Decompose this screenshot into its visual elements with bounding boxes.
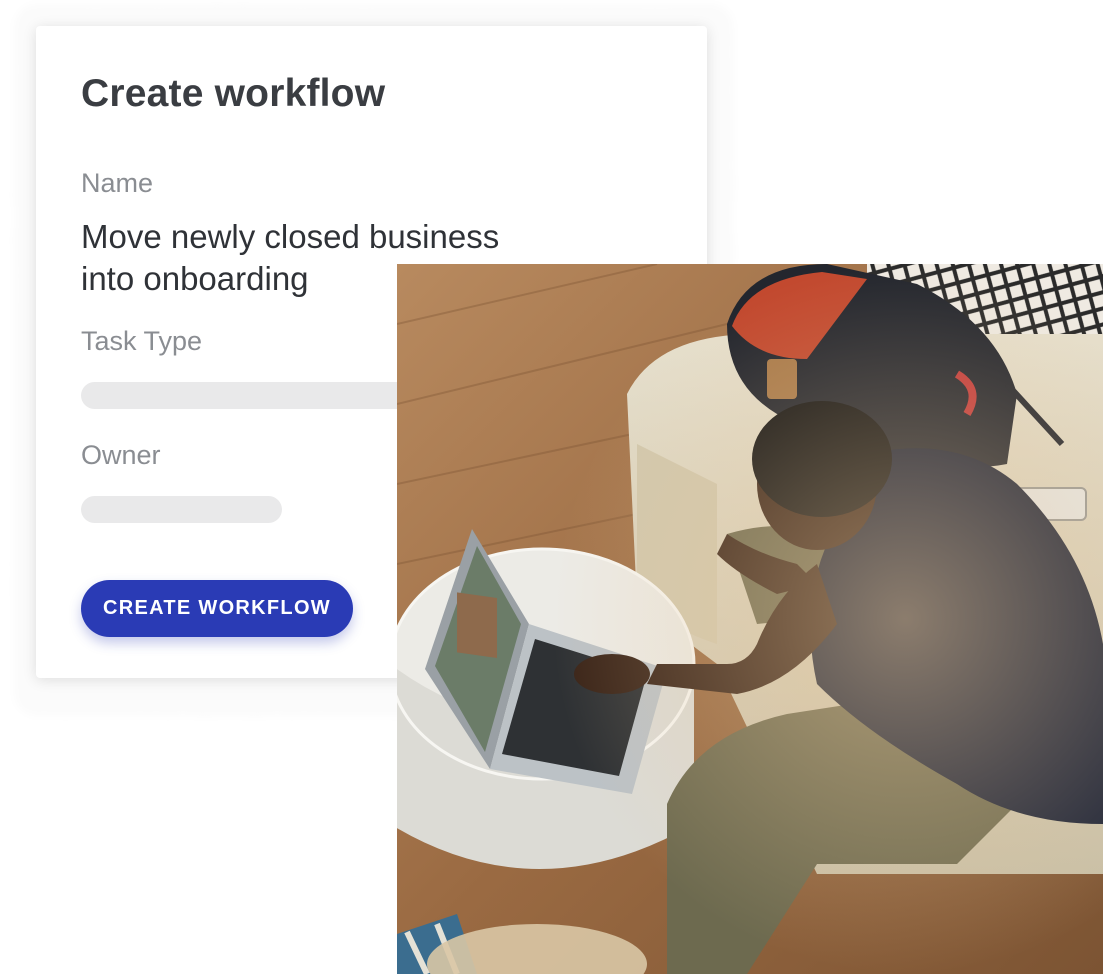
card-title: Create workflow [81,72,386,115]
task-type-placeholder[interactable] [81,382,421,409]
owner-placeholder[interactable] [81,496,282,523]
owner-label: Owner [81,440,161,470]
task-type-label: Task Type [81,326,203,356]
name-label: Name [81,168,154,198]
photo-person-with-laptop [397,264,1103,974]
create-workflow-button[interactable]: CREATE WORKFLOW [81,580,353,637]
